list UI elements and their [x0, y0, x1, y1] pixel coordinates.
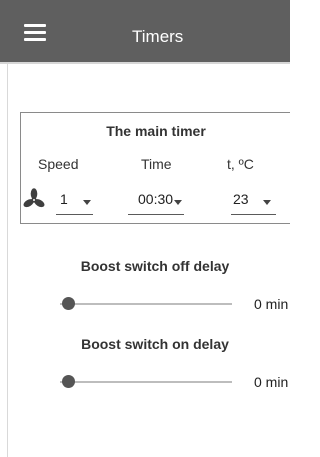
- time-value: 00:30: [138, 191, 174, 207]
- speed-label: Speed: [38, 156, 79, 172]
- boost-off-delay-value: 0 min: [254, 296, 289, 312]
- boost-on-delay-slider[interactable]: [60, 374, 232, 390]
- boost-off-delay-slider[interactable]: [60, 296, 232, 312]
- app-bar: Timers: [0, 0, 290, 64]
- speed-value: 1: [60, 191, 68, 207]
- temperature-value: 23: [233, 191, 249, 207]
- menu-line-bottom: [24, 38, 46, 41]
- page-title: Timers: [132, 27, 184, 46]
- temperature-label: t, ºC: [227, 156, 254, 172]
- main-timer-title: The main timer: [106, 123, 206, 139]
- time-label: Time: [141, 156, 172, 172]
- slider-thumb[interactable]: [62, 375, 75, 388]
- time-select[interactable]: 00:30: [128, 188, 184, 215]
- speed-select[interactable]: 1: [56, 188, 93, 215]
- timers-screen: Timers The main timer Speed Time t, ºC 1…: [0, 0, 290, 457]
- slider-track: [60, 303, 232, 305]
- menu-line-middle: [24, 31, 46, 34]
- left-edge-panel: [0, 0, 8, 457]
- menu-line-top: [24, 24, 46, 27]
- slider-thumb[interactable]: [62, 297, 75, 310]
- chevron-down-icon: [83, 200, 91, 205]
- boost-on-delay-value: 0 min: [254, 374, 289, 390]
- slider-track: [60, 381, 232, 383]
- fan-icon: [23, 188, 45, 208]
- boost-off-delay-title: Boost switch off delay: [80, 258, 230, 274]
- temperature-select[interactable]: 23: [231, 188, 276, 215]
- main-timer-card: The main timer Speed Time t, ºC 1 00:30 …: [20, 112, 290, 224]
- chevron-down-icon: [174, 200, 182, 205]
- chevron-down-icon: [263, 200, 271, 205]
- boost-on-delay-title: Boost switch on delay: [81, 336, 229, 352]
- hamburger-menu-icon[interactable]: [24, 24, 48, 42]
